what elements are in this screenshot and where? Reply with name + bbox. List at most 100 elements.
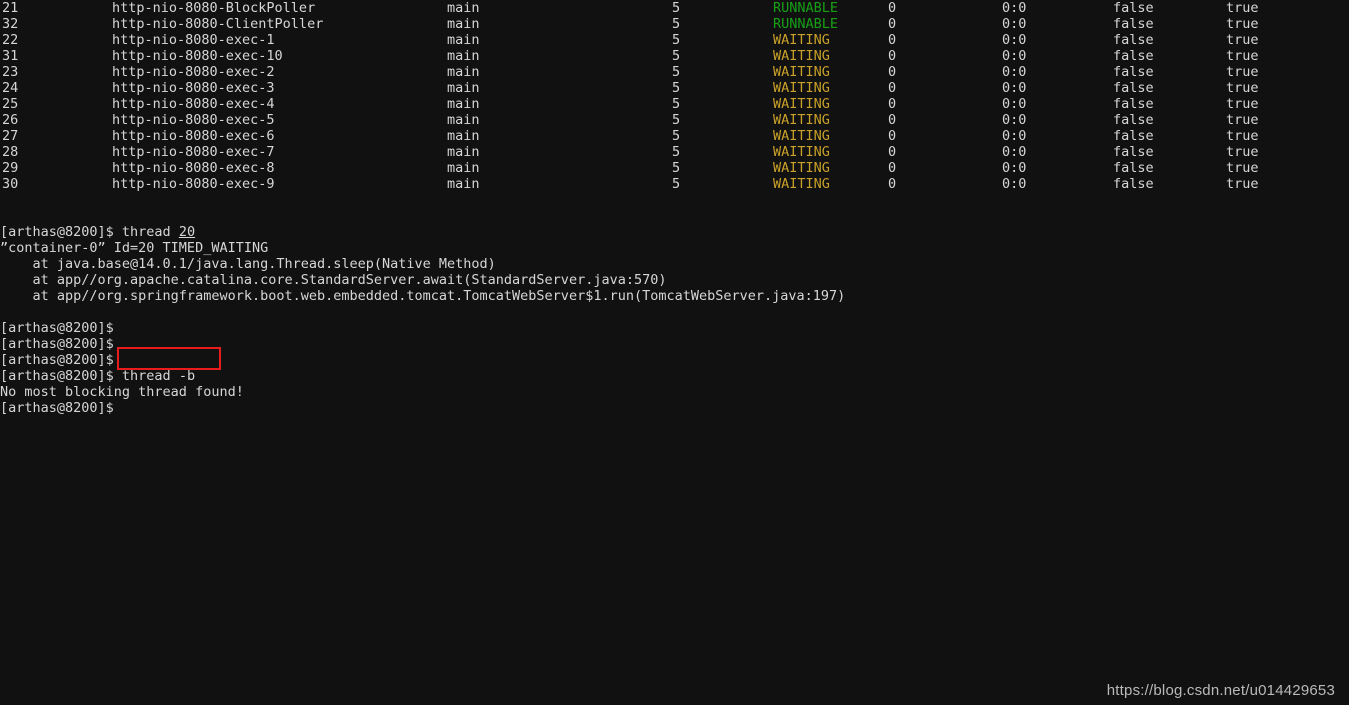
thread-cpu: 0 [888, 80, 897, 96]
thread-state: WAITING [773, 128, 830, 144]
console-command-line: [arthas@8200]$ thread 20 [0, 224, 1349, 240]
thread-id: 28 [2, 144, 19, 160]
console-output-line: at app//org.apache.catalina.core.Standar… [0, 272, 667, 288]
thread-priority: 5 [672, 80, 681, 96]
thread-group: main [447, 64, 480, 80]
thread-group: main [447, 32, 480, 48]
thread-state: WAITING [773, 144, 830, 160]
thread-id: 29 [2, 160, 19, 176]
thread-group: main [447, 160, 480, 176]
thread-group: main [447, 0, 480, 16]
thread-group: main [447, 80, 480, 96]
thread-priority: 5 [672, 16, 681, 32]
thread-interrupted: false [1113, 160, 1154, 176]
table-row: 26 http-nio-8080-exec-5 main 5 WAITING 0 0:0 fa… [0, 112, 1349, 128]
thread-name: http-nio-8080-exec-2 [112, 64, 275, 80]
entered-command[interactable]: thread [122, 224, 179, 240]
console-output-line: ”container-0” Id=20 TIMED_WAITING [0, 240, 269, 256]
thread-interrupted: false [1113, 80, 1154, 96]
thread-daemon: true [1226, 128, 1259, 144]
thread-id: 22 [2, 32, 19, 48]
thread-priority: 5 [672, 64, 681, 80]
console-output-line: at java.base@14.0.1/java.lang.Thread.sle… [0, 256, 496, 272]
thread-id: 23 [2, 64, 19, 80]
thread-cpu: 0 [888, 48, 897, 64]
thread-time: 0:0 [1002, 144, 1027, 160]
console-command-line: [arthas@8200]$ thread -b [0, 368, 1349, 384]
thread-priority: 5 [672, 176, 681, 192]
thread-group: main [447, 144, 480, 160]
thread-group: main [447, 48, 480, 64]
thread-time: 0:0 [1002, 80, 1027, 96]
table-row: 29 http-nio-8080-exec-8 main 5 WAITING 0 0:0 fa… [0, 160, 1349, 176]
thread-name: http-nio-8080-exec-10 [112, 48, 283, 64]
thread-daemon: true [1226, 144, 1259, 160]
table-row: 25 http-nio-8080-exec-4 main 5 WAITING 0 0:0 fa… [0, 96, 1349, 112]
thread-priority: 5 [672, 32, 681, 48]
thread-name: http-nio-8080-exec-7 [112, 144, 275, 160]
thread-time: 0:0 [1002, 160, 1027, 176]
thread-priority: 5 [672, 96, 681, 112]
thread-cpu: 0 [888, 160, 897, 176]
table-row: 23 http-nio-8080-exec-2 main 5 WAITING 0 0:0 fa… [0, 64, 1349, 80]
thread-interrupted: false [1113, 0, 1154, 16]
thread-name: http-nio-8080-exec-9 [112, 176, 275, 192]
thread-priority: 5 [672, 48, 681, 64]
thread-group: main [447, 112, 480, 128]
shell-prompt: [arthas@8200]$ [0, 368, 122, 384]
thread-priority: 5 [672, 112, 681, 128]
table-row: 30 http-nio-8080-exec-9 main 5 WAITING 0 0:0 fa… [0, 176, 1349, 192]
command-argument[interactable]: 20 [179, 224, 195, 240]
table-row: 32 http-nio-8080-ClientPoller main 5 RUNNABL… [0, 16, 1349, 32]
console-output-line: [arthas@8200]$ [0, 336, 122, 352]
thread-state: WAITING [773, 96, 830, 112]
thread-name: http-nio-8080-exec-6 [112, 128, 275, 144]
shell-prompt: [arthas@8200]$ [0, 224, 122, 240]
thread-daemon: true [1226, 176, 1259, 192]
table-row: 24 http-nio-8080-exec-3 main 5 WAITING 0 0:0 fa… [0, 80, 1349, 96]
thread-id: 24 [2, 80, 19, 96]
thread-priority: 5 [672, 144, 681, 160]
console-output-line: at app//org.springframework.boot.web.emb… [0, 288, 846, 304]
console-output-line: [arthas@8200]$ [0, 320, 122, 336]
thread-cpu: 0 [888, 176, 897, 192]
console-output-line: No most blocking thread found! [0, 384, 244, 400]
thread-state: WAITING [773, 80, 830, 96]
thread-cpu: 0 [888, 0, 897, 16]
thread-time: 0:0 [1002, 0, 1027, 16]
table-row: 27 http-nio-8080-exec-6 main 5 WAITING 0 0:0 fa… [0, 128, 1349, 144]
table-row: 31 http-nio-8080-exec-10 main 5 WAITING 0 0:0 f… [0, 48, 1349, 64]
thread-state: WAITING [773, 176, 830, 192]
thread-id: 32 [2, 16, 19, 32]
thread-priority: 5 [672, 128, 681, 144]
console-output-line: [arthas@8200]$ [0, 352, 122, 368]
thread-interrupted: false [1113, 16, 1154, 32]
thread-id: 21 [2, 0, 19, 16]
thread-id: 25 [2, 96, 19, 112]
thread-cpu: 0 [888, 112, 897, 128]
thread-interrupted: false [1113, 32, 1154, 48]
thread-time: 0:0 [1002, 96, 1027, 112]
thread-daemon: true [1226, 0, 1259, 16]
terminal-screen[interactable]: 21 http-nio-8080-BlockPoller main 5 RUNNABLE… [0, 0, 1349, 705]
thread-time: 0:0 [1002, 112, 1027, 128]
thread-interrupted: false [1113, 144, 1154, 160]
thread-cpu: 0 [888, 16, 897, 32]
thread-time: 0:0 [1002, 128, 1027, 144]
thread-cpu: 0 [888, 32, 897, 48]
thread-name: http-nio-8080-BlockPoller [112, 0, 316, 16]
highlighted-command[interactable]: thread -b [122, 368, 195, 384]
thread-name: http-nio-8080-exec-1 [112, 32, 275, 48]
thread-priority: 5 [672, 0, 681, 16]
thread-time: 0:0 [1002, 48, 1027, 64]
thread-name: http-nio-8080-exec-5 [112, 112, 275, 128]
thread-cpu: 0 [888, 128, 897, 144]
thread-state: WAITING [773, 112, 830, 128]
watermark: https://blog.csdn.net/u014429653 [1106, 682, 1335, 699]
thread-daemon: true [1226, 64, 1259, 80]
console-output: [arthas@8200]$ thread 20 ”container-0” Id… [0, 208, 1349, 416]
table-row: 21 http-nio-8080-BlockPoller main 5 RUNNABLE… [0, 0, 1349, 16]
thread-daemon: true [1226, 160, 1259, 176]
